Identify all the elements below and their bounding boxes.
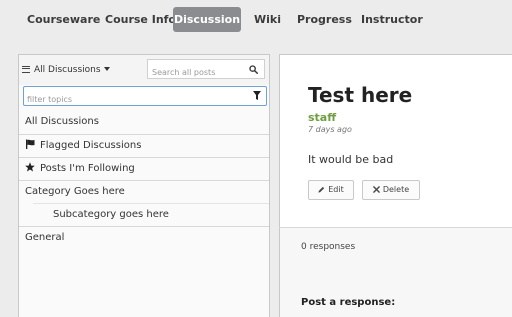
topic-all-discussions[interactable]: All Discussions — [19, 111, 269, 134]
post-title: Test here — [308, 83, 413, 107]
post-timestamp: 7 days ago — [308, 125, 352, 134]
edit-label: Edit — [328, 185, 344, 194]
delete-label: Delete — [382, 185, 410, 194]
topic-label: Subcategory goes here — [53, 209, 169, 220]
tab-instructor[interactable]: Instructor — [361, 7, 423, 32]
edit-button[interactable]: Edit — [308, 180, 354, 200]
tab-course-info[interactable]: Course Info — [105, 7, 176, 32]
discussion-sidebar: All Discussions All Discussions Flagged … — [18, 54, 270, 317]
search-icon[interactable] — [249, 65, 258, 74]
topic-label: Posts I'm Following — [40, 163, 135, 174]
topic-list: All Discussions Flagged Discussions Post… — [19, 111, 269, 249]
post-author-link[interactable]: staff — [308, 111, 336, 124]
topic-filter-box — [23, 86, 267, 108]
filter-icon[interactable] — [253, 91, 261, 100]
tab-discussion[interactable]: Discussion — [173, 7, 241, 32]
topic-following[interactable]: Posts I'm Following — [19, 157, 269, 180]
search-input[interactable] — [148, 63, 248, 82]
browse-menu-toggle[interactable]: All Discussions — [22, 61, 110, 79]
flag-icon — [26, 139, 35, 149]
topic-label: General — [25, 232, 65, 243]
response-count: 0 responses — [301, 242, 356, 252]
tab-progress[interactable]: Progress — [297, 7, 352, 32]
star-icon — [25, 162, 35, 172]
topic-label: All Discussions — [25, 116, 99, 127]
post-body: It would be bad — [308, 153, 394, 166]
topic-label: Flagged Discussions — [40, 140, 142, 151]
tab-wiki[interactable]: Wiki — [254, 7, 281, 32]
topic-general[interactable]: General — [19, 226, 269, 249]
topic-label: Category Goes here — [25, 186, 125, 197]
delete-button[interactable]: Delete — [362, 180, 420, 200]
browse-label: All Discussions — [34, 65, 101, 75]
topic-category[interactable]: Category Goes here — [19, 180, 269, 203]
chevron-down-icon — [103, 67, 110, 71]
topic-subcategory[interactable]: Subcategory goes here — [33, 203, 269, 226]
menu-icon — [22, 66, 30, 73]
post-panel: Test here staff 7 days ago It would be b… — [279, 54, 512, 228]
close-icon — [373, 185, 380, 193]
post-response-heading: Post a response: — [301, 297, 396, 308]
course-nav: Courseware Course Info Discussion Wiki P… — [0, 0, 512, 38]
browse-bar: All Discussions — [19, 55, 269, 85]
pencil-icon — [318, 186, 325, 193]
tab-courseware[interactable]: Courseware — [27, 7, 100, 32]
filter-topics-input[interactable] — [24, 91, 247, 108]
responses-panel: 0 responses Post a response: — [279, 227, 512, 317]
topic-flagged-discussions[interactable]: Flagged Discussions — [19, 134, 269, 157]
search-box — [147, 59, 265, 82]
